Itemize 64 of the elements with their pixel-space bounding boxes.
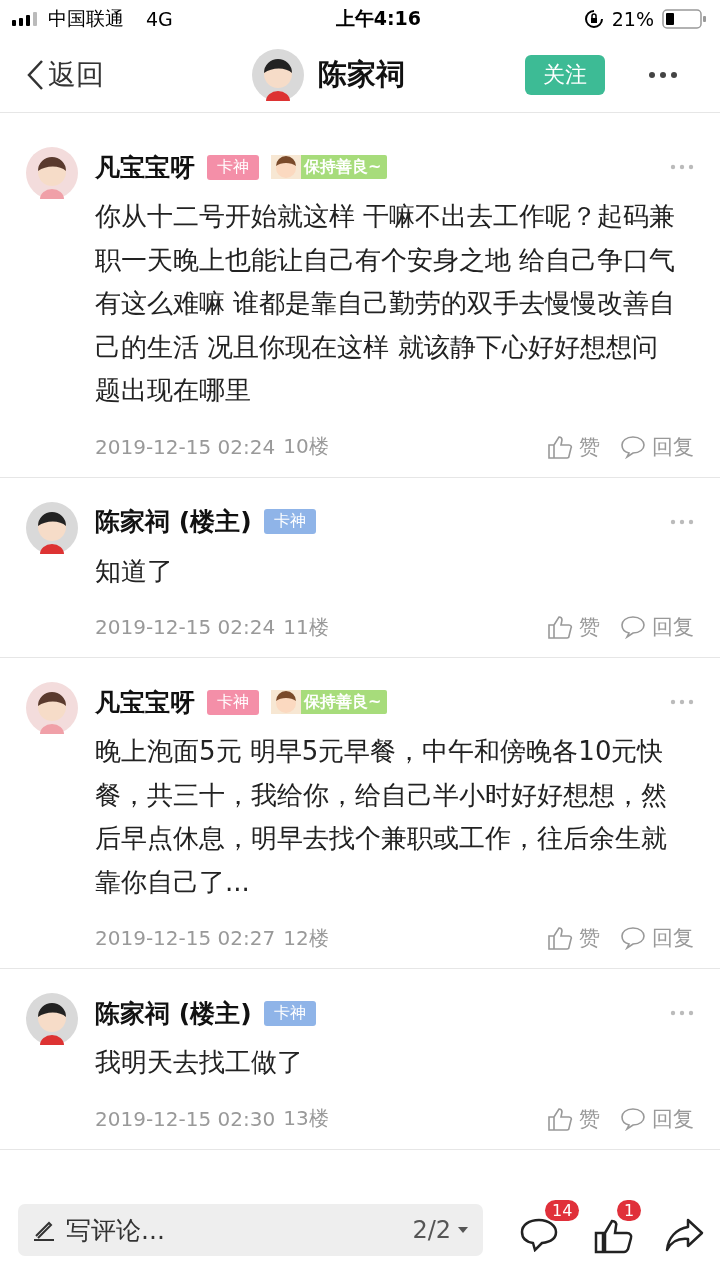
commenter-avatar[interactable] xyxy=(26,501,78,554)
speech-bubble-icon xyxy=(620,926,646,950)
commenter-name[interactable]: 陈家祠 (楼主) xyxy=(95,996,252,1030)
rank-badge: 卡神 xyxy=(207,154,259,180)
speech-bubble-icon xyxy=(620,615,646,639)
signal-icon xyxy=(12,12,40,26)
floor-number: 13楼 xyxy=(283,1105,329,1132)
like-button[interactable]: 赞 xyxy=(547,432,600,461)
speech-bubble-icon xyxy=(620,434,646,459)
commenter-avatar[interactable] xyxy=(26,993,78,1045)
battery-icon xyxy=(662,9,708,29)
comment-date: 2019-12-15 02:24 xyxy=(95,615,276,639)
like-count-badge: 1 xyxy=(617,1200,642,1221)
comment-text: 我明天去找工做了 xyxy=(95,1046,304,1079)
comment-input-field[interactable]: 写评论... 2/2 xyxy=(18,1204,483,1256)
commenter-avatar[interactable] xyxy=(26,147,78,199)
chevron-left-icon xyxy=(26,59,44,91)
comment-date: 2019-12-15 02:30 xyxy=(95,1106,276,1131)
like-icon[interactable] xyxy=(594,1218,634,1254)
comment-date: 2019-12-15 02:27 xyxy=(95,926,276,950)
comment-placeholder: 写评论... xyxy=(66,1214,166,1247)
commenter-name[interactable]: 陈家祠 (楼主) xyxy=(95,505,252,538)
reply-button[interactable]: 回复 xyxy=(620,432,694,461)
sticker-badge: 保持善良~ xyxy=(271,155,388,179)
comment-text: 知道了 xyxy=(95,554,174,588)
thumbs-up-icon xyxy=(547,615,573,639)
floor-number: 12楼 xyxy=(283,924,329,952)
commenter-name[interactable]: 凡宝宝呀 xyxy=(95,150,195,184)
rank-badge: 卡神 xyxy=(207,689,259,715)
thumbs-up-icon xyxy=(547,1106,573,1131)
rotation-lock-icon xyxy=(583,9,604,29)
rank-badge: 卡神 xyxy=(263,1000,316,1026)
carrier: 中国联通 xyxy=(48,6,124,31)
floor-number: 10楼 xyxy=(283,433,329,460)
floor-number: 11楼 xyxy=(283,613,329,641)
sticker-badge: 保持善良~ xyxy=(271,690,388,714)
caret-icon xyxy=(457,1226,469,1234)
speech-bubble-icon xyxy=(620,1106,646,1131)
more-icon[interactable] xyxy=(648,71,678,79)
share-icon[interactable] xyxy=(664,1218,704,1252)
comment-count-badge: 14 xyxy=(545,1200,580,1221)
comment-text: 晚上泡面5元 明早5元早餐，中午和傍晚各10元快餐，共三十，我给你，给自己半小时好好想想，然后早点休息，明早去找个兼职或工作，往后余生就靠你自己了... xyxy=(95,735,668,899)
commenter-avatar[interactable] xyxy=(26,682,78,734)
user-avatar[interactable] xyxy=(252,49,304,101)
comment-text: 你从十二号开始就这样 干嘛不出去工作呢？起码兼职一天晚上也能让自己有个安身之地 给自己争口气有这么难嘛 谁都是靠自己勤劳的双手去慢慢改善自己的生活 况且你现在这样 就该静下心好好想想问题出现在哪里 xyxy=(95,200,677,407)
clock: 上午4:16 xyxy=(335,6,421,31)
like-button[interactable]: 赞 xyxy=(547,613,600,641)
comment-date: 2019-12-15 02:24 xyxy=(95,434,276,459)
battery-percent: 21% xyxy=(611,8,654,30)
rank-badge: 卡神 xyxy=(263,509,316,534)
reply-button[interactable]: 回复 xyxy=(620,924,694,952)
commenter-name[interactable]: 凡宝宝呀 xyxy=(95,685,195,719)
like-button[interactable]: 赞 xyxy=(547,1104,600,1133)
reply-button[interactable]: 回复 xyxy=(620,613,694,641)
network-type: 4G xyxy=(146,8,173,30)
page-selector[interactable]: 2/2 xyxy=(412,1216,469,1244)
thumbs-up-icon xyxy=(547,434,573,459)
back-button[interactable]: 返回 xyxy=(26,56,104,94)
reply-button[interactable]: 回复 xyxy=(620,1104,694,1133)
like-button[interactable]: 赞 xyxy=(547,924,600,952)
thumbs-up-icon xyxy=(547,926,573,950)
thread-author-name: 陈家祠 xyxy=(318,56,405,93)
comment-icon[interactable] xyxy=(520,1218,558,1252)
follow-button[interactable]: 关注 xyxy=(525,55,605,95)
